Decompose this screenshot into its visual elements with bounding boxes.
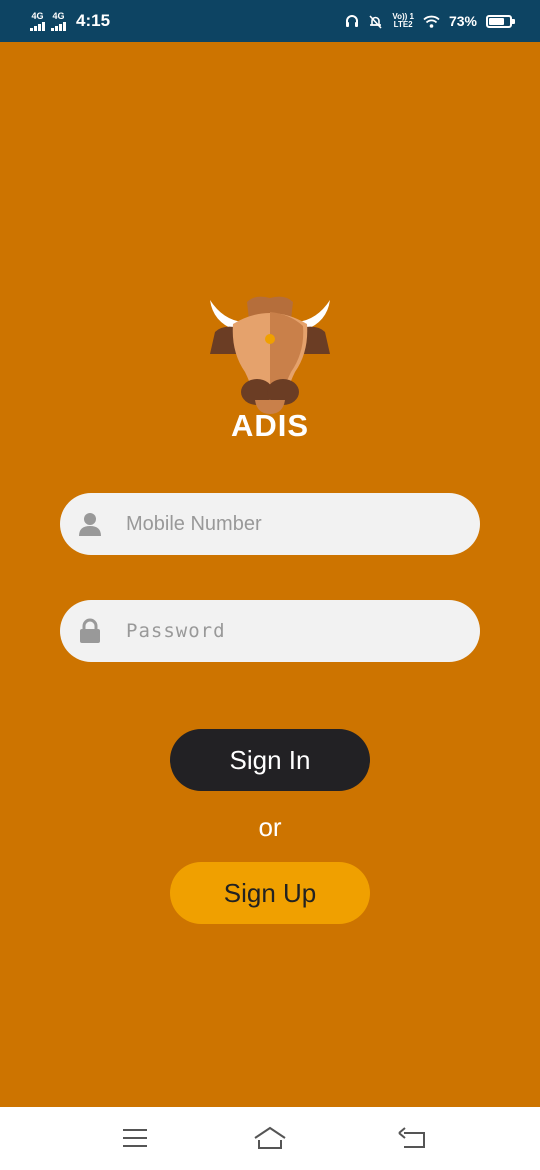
- signal-bars-icon: [30, 21, 45, 31]
- back-icon[interactable]: [395, 1123, 429, 1153]
- battery-icon: [486, 14, 515, 28]
- home-icon[interactable]: [253, 1123, 287, 1153]
- battery-fill: [489, 17, 504, 25]
- app-name: ADIS: [230, 408, 310, 443]
- user-icon: [79, 513, 101, 536]
- navigation-bar: [0, 1107, 540, 1170]
- lte-label: LTE2: [393, 20, 413, 29]
- password-field[interactable]: [60, 600, 480, 662]
- status-bar: 4G 4G 4:15 Vo)) 1 LTE2 73%: [0, 0, 540, 42]
- status-time: 4:15: [76, 11, 111, 30]
- sign-in-button[interactable]: Sign In: [170, 729, 370, 791]
- volte-indicator: Vo)) 1 LTE2: [392, 13, 414, 29]
- or-divider-text: or: [258, 812, 282, 842]
- signal-sim2: 4G: [51, 10, 66, 31]
- notifications-off-icon: [369, 14, 382, 29]
- sign-up-button[interactable]: Sign Up: [170, 862, 370, 924]
- password-input[interactable]: [126, 600, 466, 662]
- mobile-number-field[interactable]: [60, 493, 480, 555]
- wifi-icon: [423, 15, 440, 28]
- signal-bars-icon: [51, 21, 66, 31]
- mobile-number-input[interactable]: [126, 493, 466, 555]
- lock-icon: [80, 618, 100, 643]
- menu-icon[interactable]: [118, 1123, 152, 1153]
- status-right: Vo)) 1 LTE2 73%: [345, 0, 515, 42]
- status-left: 4G 4G 4:15: [30, 0, 110, 42]
- network-type-2: 4G: [52, 10, 65, 21]
- signal-sim1: 4G: [30, 10, 45, 31]
- network-type-1: 4G: [31, 10, 44, 21]
- headphones-icon: [346, 15, 359, 27]
- battery-percent: 73%: [448, 13, 477, 29]
